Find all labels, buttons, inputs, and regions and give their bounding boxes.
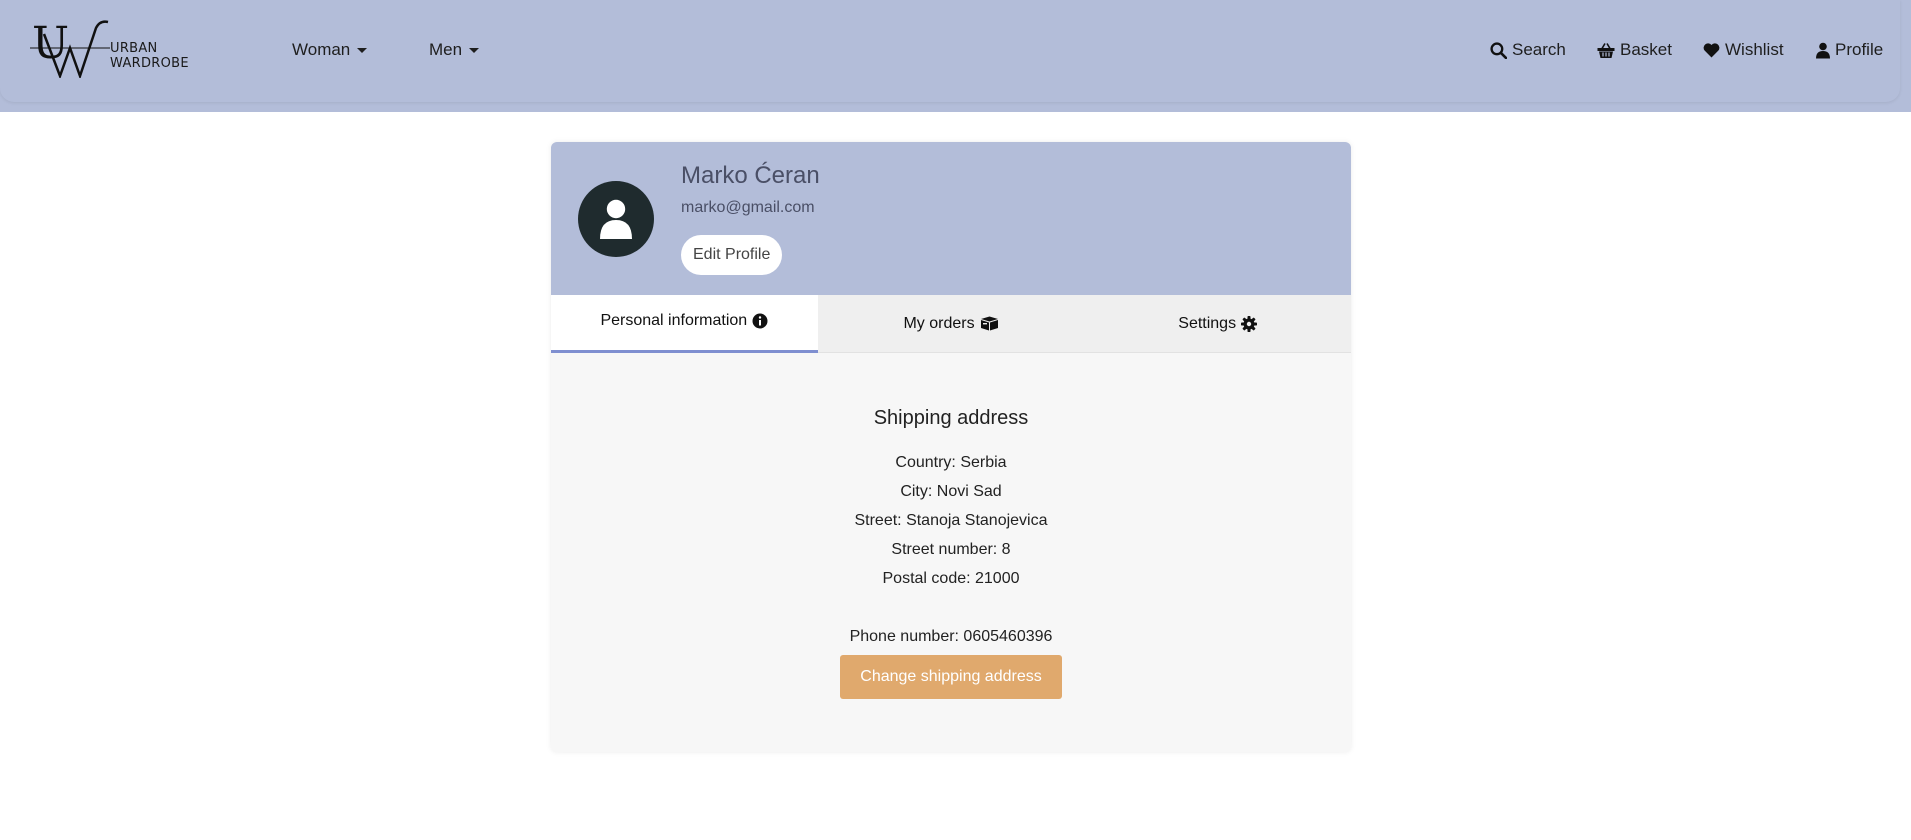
heart-icon: [1703, 43, 1720, 58]
tab-label: My orders: [903, 314, 975, 332]
profile-name: Marko Ćeran: [681, 162, 820, 189]
address-street-number: Street number: 8: [891, 541, 1011, 558]
gear-icon: [1241, 315, 1258, 332]
nav-search-label: Search: [1512, 40, 1566, 59]
profile-card: Marko Ćeran marko@gmail.com Edit Profile…: [551, 142, 1351, 752]
change-shipping-address-button[interactable]: Change shipping address: [840, 655, 1062, 699]
monogram-logo-icon: U: [30, 18, 110, 78]
tab-label: Settings: [1178, 314, 1237, 332]
tab-label: Personal information: [600, 311, 748, 329]
nav-basket-link[interactable]: Basket: [1597, 40, 1672, 60]
basket-icon: [1597, 42, 1615, 58]
address-postal-code: Postal code: 21000: [882, 570, 1020, 587]
phone-number: Phone number: 0605460396: [849, 628, 1053, 645]
profile-email: marko@gmail.com: [681, 199, 815, 216]
nav-men-dropdown[interactable]: Men: [429, 40, 480, 60]
nav-search-link[interactable]: Search: [1490, 40, 1566, 60]
user-icon: [600, 199, 632, 239]
brand-name: URBAN WARDROBE: [110, 41, 189, 71]
nav-basket-label: Basket: [1620, 40, 1672, 59]
address-country: Country: Serbia: [895, 454, 1007, 471]
nav-woman-dropdown[interactable]: Woman: [292, 40, 368, 60]
tab-my-orders[interactable]: My orders: [817, 295, 1085, 353]
nav-wishlist-label: Wishlist: [1725, 40, 1784, 59]
nav-men-label: Men: [429, 40, 463, 59]
nav-woman-label: Woman: [292, 40, 351, 59]
edit-profile-button[interactable]: Edit Profile: [681, 235, 783, 275]
shipping-address-title: Shipping address: [873, 407, 1029, 429]
nav-profile-label: Profile: [1835, 40, 1884, 59]
top-navbar: U URBAN WARDROBE Woman Men Search Basket: [0, 0, 1900, 102]
caret-down-icon: [469, 47, 480, 53]
caret-down-icon: [357, 47, 368, 53]
tab-personal-information[interactable]: Personal information: [551, 295, 818, 353]
address-city: City: Novi Sad: [900, 483, 1002, 500]
nav-wishlist-link[interactable]: Wishlist: [1703, 40, 1784, 60]
info-circle-icon: [752, 313, 768, 328]
avatar: [578, 181, 654, 257]
profile-tabs: Personal information My orders Settings: [551, 295, 1351, 353]
address-street: Street: Stanoja Stanojevica: [854, 512, 1048, 529]
search-icon: [1490, 41, 1507, 59]
profile-header: Marko Ćeran marko@gmail.com Edit Profile: [551, 142, 1351, 295]
brand-logo[interactable]: U URBAN WARDROBE: [30, 14, 240, 78]
boxes-icon: [980, 316, 998, 331]
nav-profile-link[interactable]: Profile: [1816, 40, 1883, 60]
svg-text:U: U: [32, 18, 69, 69]
user-icon: [1816, 42, 1830, 58]
tab-settings[interactable]: Settings: [1084, 295, 1351, 353]
